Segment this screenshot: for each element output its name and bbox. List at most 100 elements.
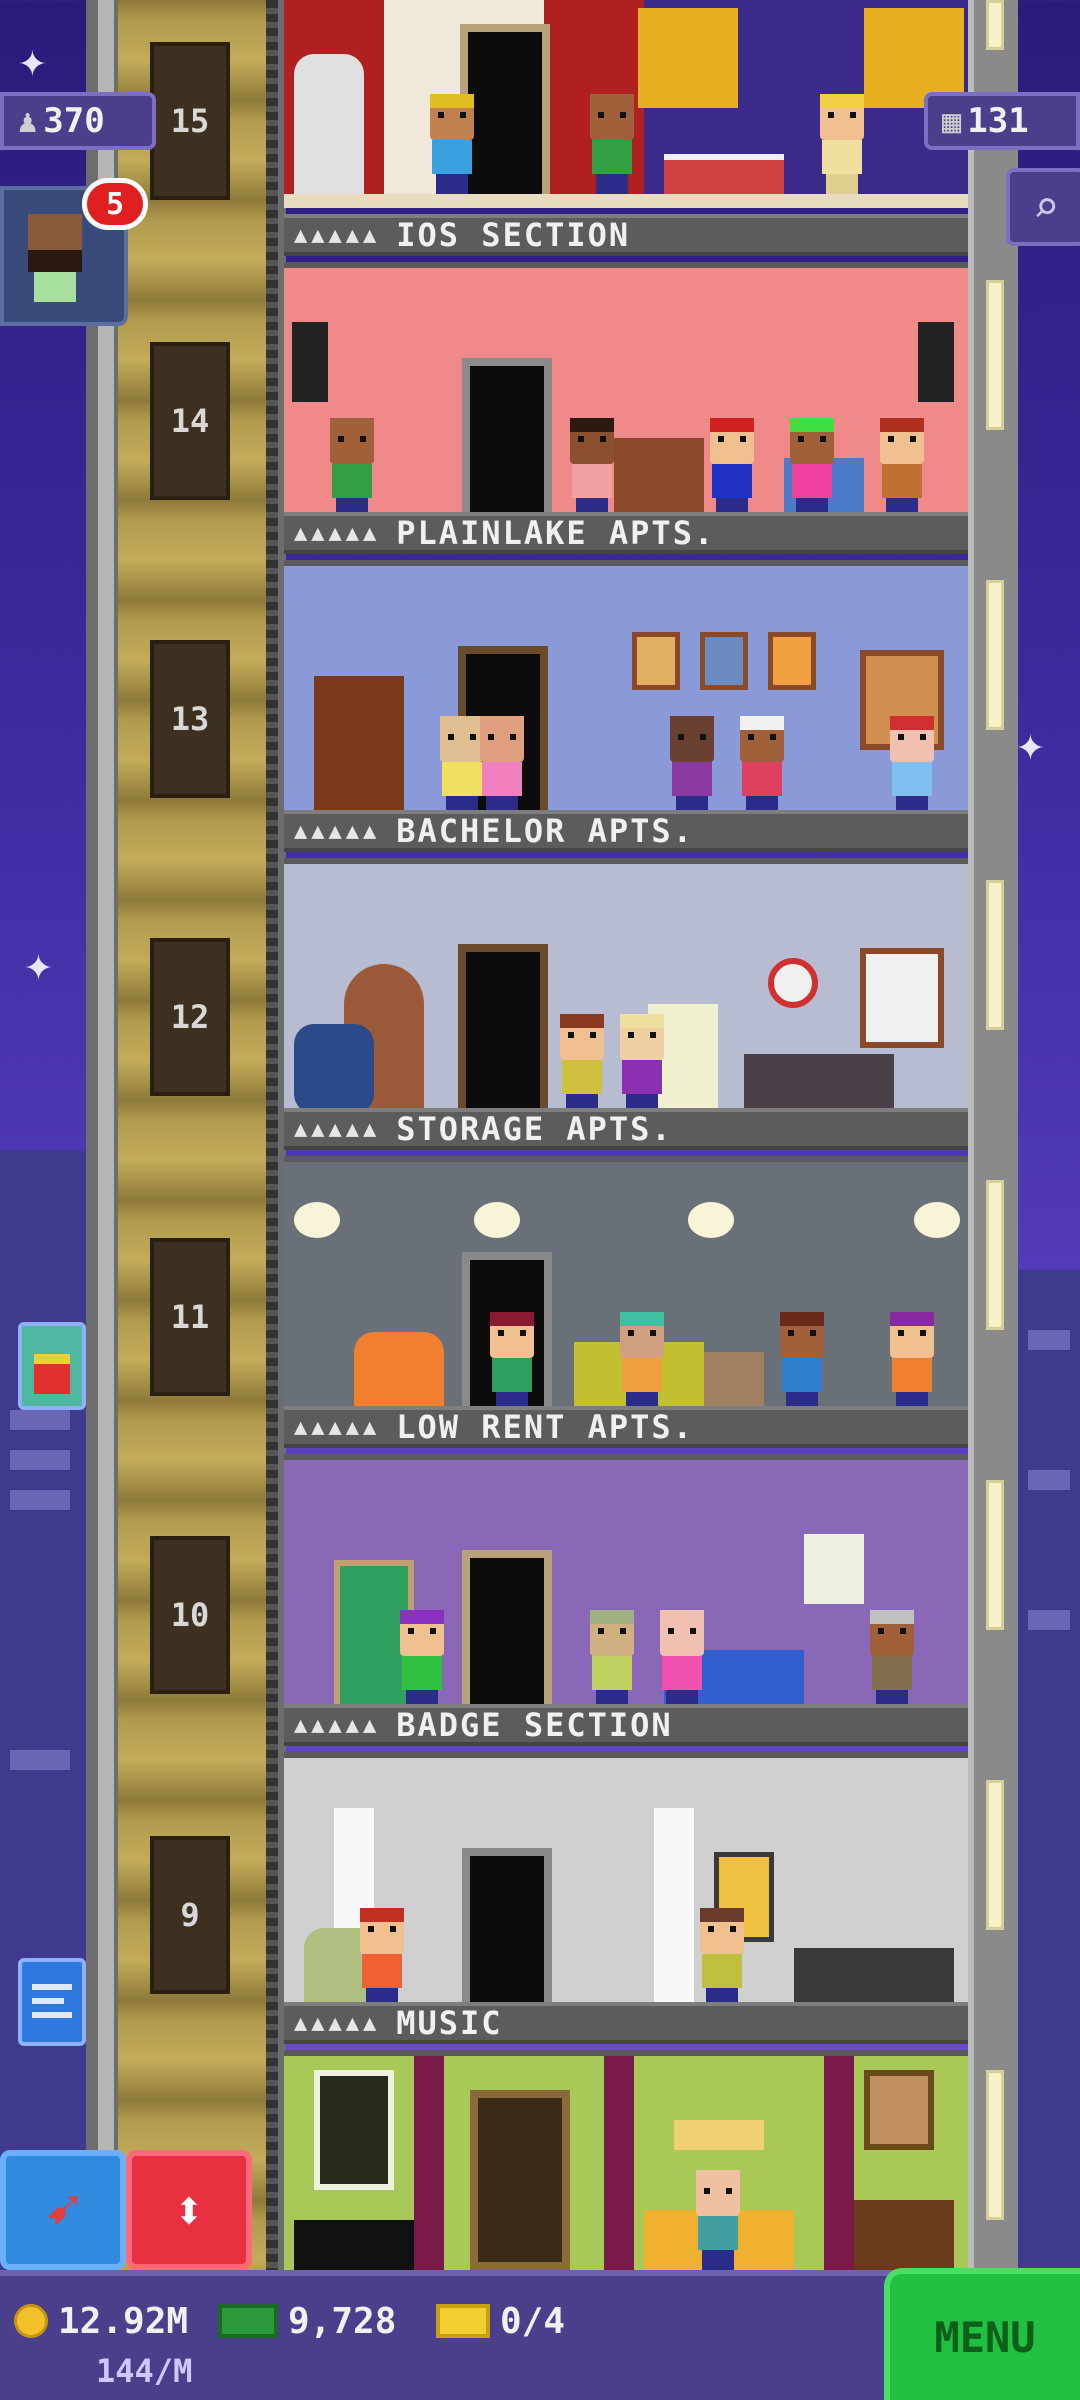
floor-count-value: 131 (967, 101, 1029, 141)
resident[interactable] (584, 94, 640, 194)
floor-rating: ▲▲▲▲▲ (294, 1414, 381, 1440)
sofa (744, 1054, 894, 1114)
wall-light (986, 2070, 1004, 2220)
resident[interactable] (324, 418, 380, 518)
resident[interactable] (584, 1610, 640, 1710)
floor-11-label[interactable]: ▲▲▲▲▲ LOW RENT APTS. (284, 1406, 968, 1448)
armchair (354, 1332, 444, 1412)
rebuild-button[interactable]: ➹ (0, 2150, 126, 2270)
floor-rating: ▲▲▲▲▲ (294, 520, 381, 546)
bux-icon (218, 2304, 278, 2338)
bag (294, 1024, 374, 1114)
floor-rating: ▲▲▲▲▲ (294, 1116, 381, 1142)
resident[interactable] (694, 1908, 750, 2008)
speaker (918, 322, 954, 402)
floor-15-room[interactable] (284, 0, 968, 208)
resident[interactable] (704, 418, 760, 518)
kitchen-counter (794, 1948, 954, 2008)
window (860, 948, 944, 1048)
resident[interactable] (654, 1610, 710, 1710)
floor-8-room[interactable] (284, 2050, 968, 2270)
search-button[interactable]: ⌕ (1006, 168, 1080, 246)
floor-10-label[interactable]: ▲▲▲▲▲ BADGE SECTION (284, 1704, 968, 1746)
resident[interactable] (424, 94, 480, 194)
resident[interactable] (874, 418, 930, 518)
window (314, 2070, 394, 2190)
statue (294, 54, 364, 194)
elevator-cable (266, 0, 278, 2270)
resident[interactable] (614, 1312, 670, 1412)
painting (864, 2070, 934, 2150)
floor-name: STORAGE APTS. (396, 1110, 673, 1148)
wall-light (986, 580, 1004, 730)
building-icon: ▦ (942, 102, 962, 140)
tickets-value: 0/4 (500, 2300, 566, 2342)
floor-rating: ▲▲▲▲▲ (294, 2010, 381, 2036)
resident[interactable] (774, 1312, 830, 1412)
speaker (292, 322, 328, 402)
bux-value: 9,728 (288, 2300, 397, 2342)
floor-9-label[interactable]: ▲▲▲▲▲ MUSIC (284, 2002, 968, 2044)
floor-12-room[interactable] (284, 858, 968, 1128)
resident[interactable] (554, 1014, 610, 1114)
resident[interactable] (814, 94, 870, 194)
floor-number-11: 11 (150, 1238, 230, 1396)
picture-frame (700, 632, 748, 690)
wall-poster (804, 1534, 864, 1604)
resident[interactable] (484, 1312, 540, 1412)
piano (294, 2220, 414, 2270)
floor-number-12: 12 (150, 938, 230, 1096)
bitbook-icon[interactable] (18, 1958, 86, 2046)
resident[interactable] (784, 418, 840, 518)
resident[interactable] (734, 716, 790, 816)
wall-light (986, 880, 1004, 1030)
floor-door (462, 358, 552, 518)
wall-light (986, 1780, 1004, 1930)
population-counter[interactable]: ♟ 370 (0, 92, 156, 150)
bux-stat[interactable]: 9,728 (218, 2296, 396, 2346)
floor-number-13: 13 (150, 640, 230, 798)
floor-rating: ▲▲▲▲▲ (294, 222, 381, 248)
floor-12-label[interactable]: ▲▲▲▲▲ STORAGE APTS. (284, 1108, 968, 1150)
fries-event-icon[interactable] (18, 1322, 86, 1410)
coins-stat[interactable]: 12.92M (14, 2296, 188, 2346)
city-building (1018, 1270, 1080, 2270)
elevator-button[interactable]: ⬍ (126, 2150, 252, 2270)
floor-number-10: 10 (150, 1536, 230, 1694)
floor-rating: ▲▲▲▲▲ (294, 1712, 381, 1738)
resident[interactable] (664, 716, 720, 816)
floor-9-room[interactable] (284, 1752, 968, 2022)
floor-counter[interactable]: ▦ 131 (924, 92, 1080, 150)
picture-frame (632, 632, 680, 690)
floor-door (462, 1550, 552, 1710)
bed (664, 154, 784, 194)
resident[interactable] (864, 1610, 920, 1710)
floor-14-label[interactable]: ▲▲▲▲▲ PLAINLAKE APTS. (284, 512, 968, 554)
floor-name: IOS SECTION (396, 216, 631, 254)
resident[interactable] (354, 1908, 410, 2008)
star-decoration: ✦ (18, 32, 47, 88)
floor-15-label[interactable]: ▲▲▲▲▲ IOS SECTION (284, 214, 968, 256)
resident[interactable] (690, 2170, 746, 2270)
resident[interactable] (394, 1610, 450, 1710)
resident[interactable] (884, 1312, 940, 1412)
resident[interactable] (884, 716, 940, 816)
floor-name: BACHELOR APTS. (396, 812, 694, 850)
floor-13-room[interactable] (284, 560, 968, 830)
tickets-stat[interactable]: 0/4 (436, 2296, 565, 2346)
wall-light (986, 1480, 1004, 1630)
menu-button[interactable]: MENU (884, 2268, 1080, 2400)
column (654, 1808, 694, 2008)
floor-11-room[interactable] (284, 1156, 968, 1426)
elevator-arrows-icon: ⬍ (172, 2178, 206, 2242)
floor-number-9: 9 (150, 1836, 230, 1994)
floor-10-room[interactable] (284, 1454, 968, 1724)
resident[interactable] (614, 1014, 670, 1114)
elevator-rail (98, 0, 114, 2270)
resident[interactable] (474, 716, 530, 816)
resident[interactable] (564, 418, 620, 518)
floor-14-room[interactable] (284, 262, 968, 532)
fireplace (854, 2200, 954, 2270)
floor-13-label[interactable]: ▲▲▲▲▲ BACHELOR APTS. (284, 810, 968, 852)
visitor-count-badge: 5 (82, 178, 148, 230)
